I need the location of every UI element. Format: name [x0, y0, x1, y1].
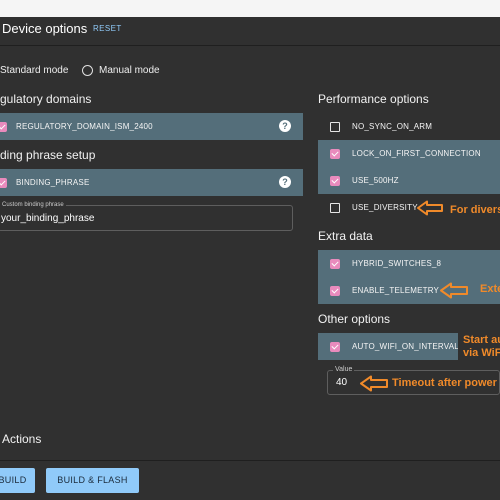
option-lock-on-first-connection[interactable]: LOCK_ON_FIRST_CONNECTION — [318, 140, 500, 167]
option-no-sync-on-arm[interactable]: NO_SYNC_ON_ARM — [318, 113, 500, 140]
lock-on-first-connection-label: LOCK_ON_FIRST_CONNECTION — [352, 149, 481, 158]
wifi-annotation-line2: via WiFi — [463, 347, 500, 359]
diversity-annotation: For divers — [450, 204, 500, 216]
timeout-annotation: Timeout after power — [392, 377, 497, 389]
telemetry-annotation: Exte — [480, 283, 500, 295]
help-icon[interactable]: ? — [279, 176, 291, 188]
reset-button[interactable]: RESET — [93, 24, 122, 33]
option-use-diversity[interactable]: USE_DIVERSITY — [318, 194, 418, 221]
actions-divider — [0, 460, 500, 461]
build-and-flash-button[interactable]: BUILD & FLASH — [46, 468, 139, 493]
binding-phrase-field-label: Custom binding phrase — [0, 202, 66, 208]
binding-phrase-input[interactable]: your_binding_phrase — [1, 213, 94, 224]
binding-phrase-label: BINDING_PHRASE — [16, 178, 90, 187]
enable-telemetry-checkbox[interactable] — [330, 286, 340, 296]
regulatory-domain-option[interactable]: REGULATORY_DOMAIN_ISM_2400 ? — [0, 113, 303, 140]
use-diversity-checkbox[interactable] — [330, 203, 340, 213]
enable-telemetry-label: ENABLE_TELEMETRY — [352, 286, 440, 295]
header-divider — [0, 45, 500, 46]
actions-heading: Actions — [2, 432, 42, 446]
option-hybrid-switches-8[interactable]: HYBRID_SWITCHES_8 — [318, 250, 500, 277]
option-enable-telemetry[interactable]: ENABLE_TELEMETRY — [318, 277, 500, 304]
page-title: Device options — [2, 21, 88, 36]
no-sync-on-arm-checkbox[interactable] — [330, 122, 340, 132]
manual-mode-radio[interactable]: Manual mode — [99, 65, 160, 76]
value-field-label: Value — [333, 366, 355, 373]
manual-mode-radio-circle[interactable] — [82, 65, 93, 76]
performance-options-heading: Performance options — [318, 92, 429, 106]
diversity-arrow-icon — [417, 200, 443, 216]
binding-phrase-checkbox[interactable] — [0, 178, 7, 188]
hybrid-switches-8-checkbox[interactable] — [330, 259, 340, 269]
option-use-500hz[interactable]: USE_500HZ — [318, 167, 500, 194]
binding-phrase-heading: ding phrase setup — [0, 148, 96, 162]
regulatory-domains-heading: gulatory domains — [0, 92, 92, 106]
use-500hz-checkbox[interactable] — [330, 176, 340, 186]
use-diversity-label: USE_DIVERSITY — [352, 203, 418, 212]
extra-data-heading: Extra data — [318, 229, 373, 243]
build-button[interactable]: BUILD — [0, 468, 35, 493]
regulatory-domain-checkbox[interactable] — [0, 122, 7, 132]
lock-on-first-connection-checkbox[interactable] — [330, 149, 340, 159]
value-field-input[interactable]: 40 — [336, 377, 347, 388]
telemetry-arrow-icon — [440, 282, 468, 299]
regulatory-domain-label: REGULATORY_DOMAIN_ISM_2400 — [16, 122, 153, 131]
help-icon[interactable]: ? — [279, 120, 291, 132]
binding-phrase-option[interactable]: BINDING_PHRASE ? — [0, 169, 303, 196]
standard-mode-radio[interactable]: Standard mode — [0, 65, 68, 76]
auto-wifi-on-interval-label: AUTO_WIFI_ON_INTERVAL — [352, 342, 458, 351]
option-auto-wifi-on-interval[interactable]: AUTO_WIFI_ON_INTERVAL — [318, 333, 458, 360]
timeout-arrow-icon — [360, 375, 388, 392]
no-sync-on-arm-label: NO_SYNC_ON_ARM — [352, 122, 433, 131]
binding-phrase-field[interactable]: Custom binding phrase your_binding_phras… — [0, 202, 293, 231]
hybrid-switches-8-label: HYBRID_SWITCHES_8 — [352, 259, 442, 268]
top-strip — [0, 0, 500, 17]
wifi-annotation-line1: Start au — [463, 334, 500, 346]
use-500hz-label: USE_500HZ — [352, 176, 399, 185]
auto-wifi-on-interval-checkbox[interactable] — [330, 342, 340, 352]
other-options-heading: Other options — [318, 312, 391, 326]
